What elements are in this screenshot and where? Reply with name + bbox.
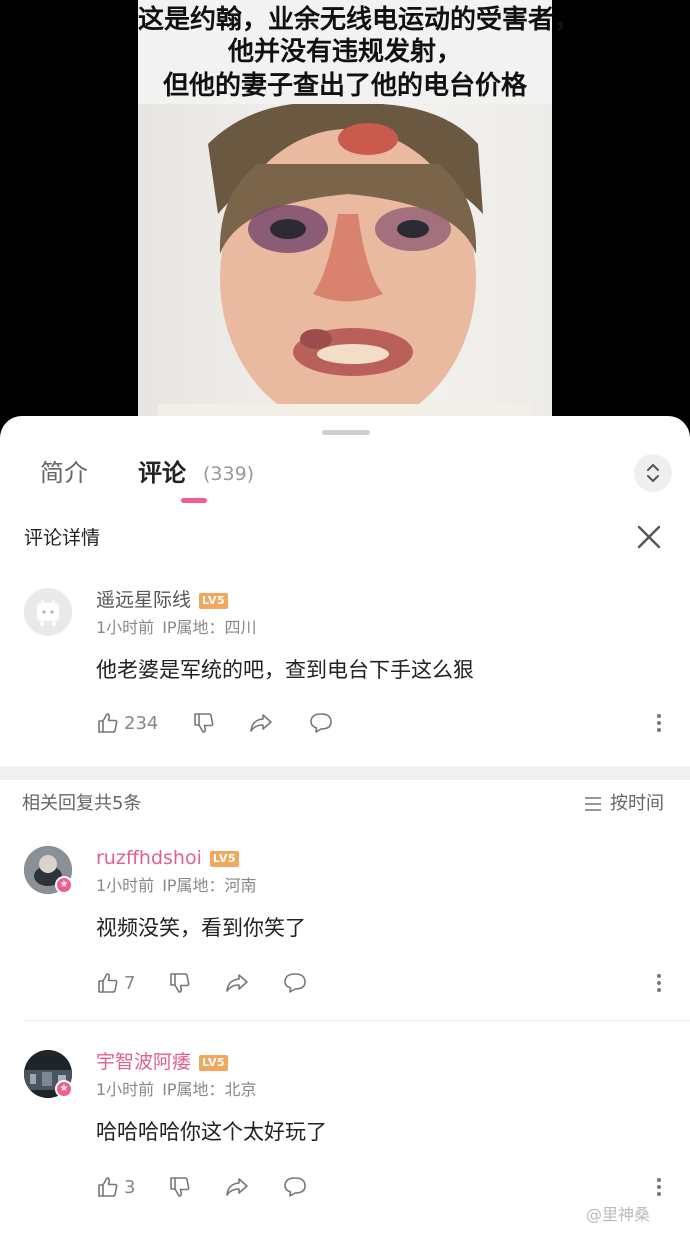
sort-by-time-button[interactable]: 按时间 xyxy=(584,792,664,816)
reply-username[interactable]: 宇智波阿痿 LV5 xyxy=(96,1050,229,1074)
share-icon xyxy=(226,1178,248,1196)
comment-meta: 1小时前 IP属地：四川 xyxy=(96,618,257,637)
section-divider xyxy=(0,766,690,780)
comments-count: (339) xyxy=(203,463,255,485)
share-icon xyxy=(250,714,272,732)
thumbs-up-icon xyxy=(98,713,118,733)
active-tab-indicator xyxy=(181,498,207,503)
comment-bubble-icon xyxy=(310,713,332,733)
thumbs-down-icon xyxy=(194,713,214,733)
thumbs-up-icon xyxy=(98,1177,118,1197)
comment-bubble-icon xyxy=(284,1177,306,1197)
level-badge: LV5 xyxy=(199,1055,229,1071)
thumbs-down-icon xyxy=(170,973,190,993)
share-button[interactable] xyxy=(224,970,250,996)
reply-text: 视频没笑，看到你笑了 xyxy=(96,916,306,940)
more-options-icon[interactable] xyxy=(651,1174,667,1200)
more-options-icon[interactable] xyxy=(651,710,667,736)
comment-bubble-icon xyxy=(284,973,306,993)
video-frame-face xyxy=(138,104,552,420)
video-player[interactable]: 这是约翰，业余无线电运动的受害者， 他并没有违规发射， 但他的妻子查出了他的电台… xyxy=(0,0,690,420)
dislike-button[interactable] xyxy=(168,970,192,996)
more-options-icon[interactable] xyxy=(651,970,667,996)
dislike-button[interactable] xyxy=(192,710,216,736)
thumbs-up-icon xyxy=(98,973,118,993)
like-button[interactable]: 3 xyxy=(96,1174,135,1200)
vip-badge-icon: ★ xyxy=(55,1080,73,1098)
comment-text: 他老婆是军统的吧，查到电台下手这么狠 xyxy=(96,658,474,682)
avatar[interactable] xyxy=(24,588,72,636)
share-button[interactable] xyxy=(224,1174,250,1200)
comment-username[interactable]: 遥远星际线 LV5 xyxy=(96,588,229,612)
caption-line-1: 这是约翰，业余无线电运动的受害者， xyxy=(138,5,581,35)
caption-line-2: 他并没有违规发射， xyxy=(227,37,462,67)
like-button[interactable]: 7 xyxy=(96,970,135,996)
dislike-button[interactable] xyxy=(168,1174,192,1200)
reply-actions: 3 xyxy=(96,1174,666,1200)
reply-meta: 1小时前 IP属地：北京 xyxy=(96,1080,257,1099)
close-icon xyxy=(637,525,661,549)
expand-collapse-button[interactable] xyxy=(634,454,672,492)
tab-intro[interactable]: 简介 xyxy=(40,458,88,488)
tab-comments[interactable]: 评论 xyxy=(138,458,186,488)
level-badge: LV5 xyxy=(199,593,229,609)
comment-detail-title: 评论详情 xyxy=(24,527,101,549)
default-avatar-icon xyxy=(37,600,59,626)
close-button[interactable] xyxy=(632,520,666,554)
caption-line-3: 但他的妻子查出了他的电台价格 xyxy=(162,71,527,101)
thumbs-down-icon xyxy=(170,1177,190,1197)
reply-button[interactable] xyxy=(282,970,308,996)
reply-button[interactable] xyxy=(308,710,334,736)
reply-text: 哈哈哈哈你这个太好玩了 xyxy=(96,1120,327,1144)
video-caption: 这是约翰，业余无线电运动的受害者， 他并没有违规发射， 但他的妻子查出了他的电台… xyxy=(138,0,581,104)
comment-actions: 234 xyxy=(96,710,666,736)
like-button[interactable]: 234 xyxy=(96,710,158,736)
weibo-watermark: @里神桑 xyxy=(586,1205,651,1224)
reply-divider xyxy=(24,1020,690,1021)
comment-sheet: 简介 评论 (339) 评论详情 遥远星际线 LV5 1小时前 IP属地：四川 他老… xyxy=(0,416,690,1234)
vip-badge-icon: ★ xyxy=(55,876,73,894)
share-icon xyxy=(226,974,248,992)
chevron-up-down-icon xyxy=(647,464,659,482)
share-button[interactable] xyxy=(248,710,274,736)
level-badge: LV5 xyxy=(209,851,240,867)
reply-username[interactable]: ruzffhdshoi LV5 xyxy=(96,846,240,870)
reply-meta: 1小时前 IP属地：河南 xyxy=(96,876,257,895)
menu-lines-icon xyxy=(585,797,601,811)
reply-button[interactable] xyxy=(282,1174,308,1200)
reply-actions: 7 xyxy=(96,970,666,996)
sheet-drag-handle[interactable] xyxy=(322,430,370,435)
replies-count-header: 相关回复共5条 xyxy=(22,793,142,814)
